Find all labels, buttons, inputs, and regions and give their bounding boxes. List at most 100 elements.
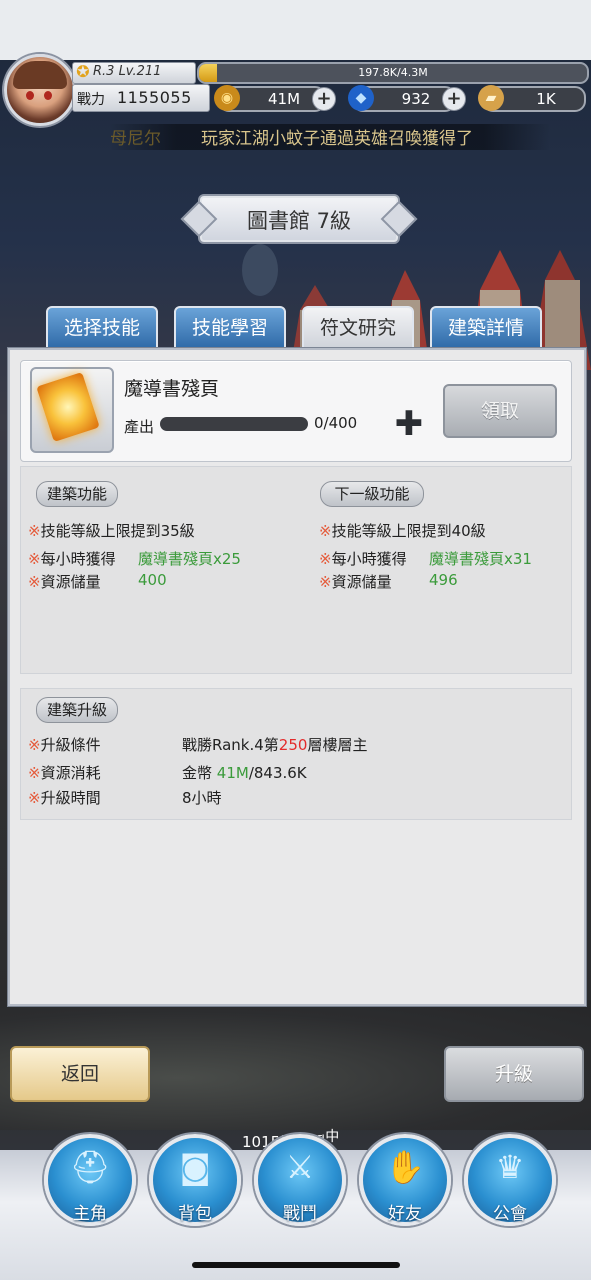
upgrade-button[interactable]: 升級: [444, 1046, 584, 1102]
tab-building-details[interactable]: 建築詳情: [430, 306, 542, 350]
next-storage-label: 資源儲量: [331, 573, 392, 591]
nav-battle-label: 戰鬥: [283, 1204, 317, 1224]
upgrade-condition-value: 戰勝Rank.4第250層樓層主: [182, 734, 367, 755]
power-label: 戰力: [77, 92, 105, 108]
tab-rune-research[interactable]: 符文研究: [302, 306, 414, 350]
rank-star-icon: ✪: [76, 62, 90, 81]
rank-level-box: ✪ R.3 Lv.211: [72, 62, 196, 84]
mark-symbol: ※: [319, 550, 332, 568]
next-skill-cap: 技能等級上限提到40級: [331, 522, 486, 540]
player-avatar[interactable]: [4, 54, 76, 126]
exp-bar: 197.8K/4.3M: [197, 62, 589, 84]
nav-bag[interactable]: ◙ 背包: [149, 1134, 241, 1226]
mark-symbol: ※: [319, 522, 332, 540]
mark-symbol: ※: [28, 550, 41, 568]
mark-symbol: ※: [319, 573, 332, 591]
current-hourly-value: 魔導書殘頁x25: [138, 550, 241, 568]
output-label: 產出: [124, 418, 155, 436]
ticker-text: 玩家江湖小蚊子通過英雄召喚獲得了: [201, 129, 473, 149]
home-indicator[interactable]: [192, 1262, 400, 1268]
swords-icon: ⚔: [285, 1148, 315, 1186]
current-storage-label: 資源儲量: [40, 573, 101, 591]
guild-crest-icon: ♛: [495, 1148, 525, 1186]
nav-bag-label: 背包: [178, 1204, 212, 1224]
current-hourly-label: 每小時獲得: [40, 550, 116, 568]
condition-floor: 250: [278, 736, 308, 754]
ticker-name: 母尼尔: [110, 129, 161, 149]
upgrade-title: 建築升級: [36, 697, 118, 723]
cost-need: /843.6K: [248, 764, 307, 782]
next-storage-value: 496: [429, 571, 458, 589]
tab-select-skill[interactable]: 选择技能: [46, 306, 158, 350]
current-storage-value: 400: [138, 571, 167, 589]
nav-battle[interactable]: ⚔ 戰鬥: [254, 1134, 346, 1226]
nav-friends-label: 好友: [388, 1204, 422, 1224]
upgrade-cost-row: ※資源消耗: [28, 762, 101, 783]
nav-friends[interactable]: ✋ 好友: [359, 1134, 451, 1226]
nav-hero[interactable]: ⛑ 主角: [44, 1134, 136, 1226]
nav-guild-label: 公會: [493, 1204, 527, 1224]
exp-text: 197.8K/4.3M: [358, 66, 428, 79]
upgrade-cost-label: 資源消耗: [40, 764, 101, 782]
ticket-counter: ▰ 1K: [478, 85, 586, 112]
plus-icon[interactable]: ✚: [392, 407, 426, 442]
combat-power-box: 戰力 1155055: [72, 84, 210, 112]
avatar-eye: [44, 91, 52, 100]
handshake-icon: ✋: [385, 1148, 425, 1186]
mark-symbol: ※: [28, 573, 41, 591]
ticket-icon: ▰: [478, 85, 504, 111]
next-hourly-label: 每小時獲得: [331, 550, 407, 568]
upgrade-condition-row: ※升級條件: [28, 734, 101, 755]
output-progress-bar: [160, 417, 308, 431]
tab-skill-learning[interactable]: 技能學習: [174, 306, 286, 350]
cost-have: 41M: [216, 764, 249, 782]
add-gold-button[interactable]: +: [312, 87, 336, 111]
avatar-eye: [26, 91, 34, 100]
broadcast-ticker: 母尼尔 玩家江湖小蚊子通過英雄召喚獲得了: [110, 124, 550, 150]
gem-counter: ◆ 932 +: [348, 85, 466, 112]
avatar-hair: [13, 61, 67, 89]
current-line-2: ※每小時獲得: [28, 548, 116, 569]
current-function-title: 建築功能: [36, 481, 118, 507]
gold-counter: ◉ 41M +: [214, 85, 336, 112]
mark-symbol: ※: [28, 736, 41, 754]
building-title-plaque: 圖書館 7級: [198, 194, 400, 244]
next-line-1: ※技能等級上限提到40級: [319, 520, 486, 541]
upgrade-cost-value: 金幣 41M/843.6K: [182, 762, 307, 783]
nav-hero-label: 主角: [73, 1204, 107, 1224]
current-line-3: ※資源儲量: [28, 571, 101, 592]
ticket-value: 1K: [536, 90, 556, 108]
cost-prefix: 金幣: [182, 764, 217, 782]
gold-coin-icon: ◉: [214, 85, 240, 111]
mark-symbol: ※: [28, 789, 41, 807]
current-line-1: ※技能等級上限提到35級: [28, 520, 195, 541]
next-function-title: 下一級功能: [320, 481, 424, 507]
gold-value: 41M: [267, 90, 301, 108]
next-line-2: ※每小時獲得: [319, 548, 407, 569]
upgrade-time-value: 8小時: [182, 789, 222, 807]
item-name: 魔導書殘頁: [124, 378, 220, 400]
mark-symbol: ※: [28, 764, 41, 782]
claim-button[interactable]: 領取: [443, 384, 557, 438]
add-gem-button[interactable]: +: [442, 87, 466, 111]
current-skill-cap: 技能等級上限提到35級: [40, 522, 195, 540]
condition-prefix: 戰勝Rank.4第: [182, 736, 279, 754]
upgrade-condition-label: 升級條件: [40, 736, 101, 754]
building-title: 圖書館 7級: [246, 209, 352, 233]
rank-level-text: R.3 Lv.211: [93, 64, 162, 79]
gem-icon: ◆: [348, 85, 374, 111]
output-value: 0/400: [314, 414, 358, 432]
bag-icon: ◙: [179, 1148, 211, 1186]
next-line-3: ※資源儲量: [319, 571, 392, 592]
nav-guild[interactable]: ♛ 公會: [464, 1134, 556, 1226]
mark-symbol: ※: [28, 522, 41, 540]
upgrade-time-row: ※升級時間: [28, 787, 101, 808]
helmet-icon: ⛑: [69, 1148, 111, 1186]
upgrade-time-label: 升級時間: [40, 789, 101, 807]
power-value: 1155055: [117, 88, 192, 107]
condition-suffix: 層樓層主: [307, 736, 368, 754]
next-hourly-value: 魔導書殘頁x31: [429, 550, 532, 568]
gem-value: 932: [401, 90, 431, 108]
back-button[interactable]: 返回: [10, 1046, 150, 1102]
status-bar: ✪ R.3 Lv.211 197.8K/4.3M 戰力 1155055 ◉ 41…: [0, 0, 591, 126]
